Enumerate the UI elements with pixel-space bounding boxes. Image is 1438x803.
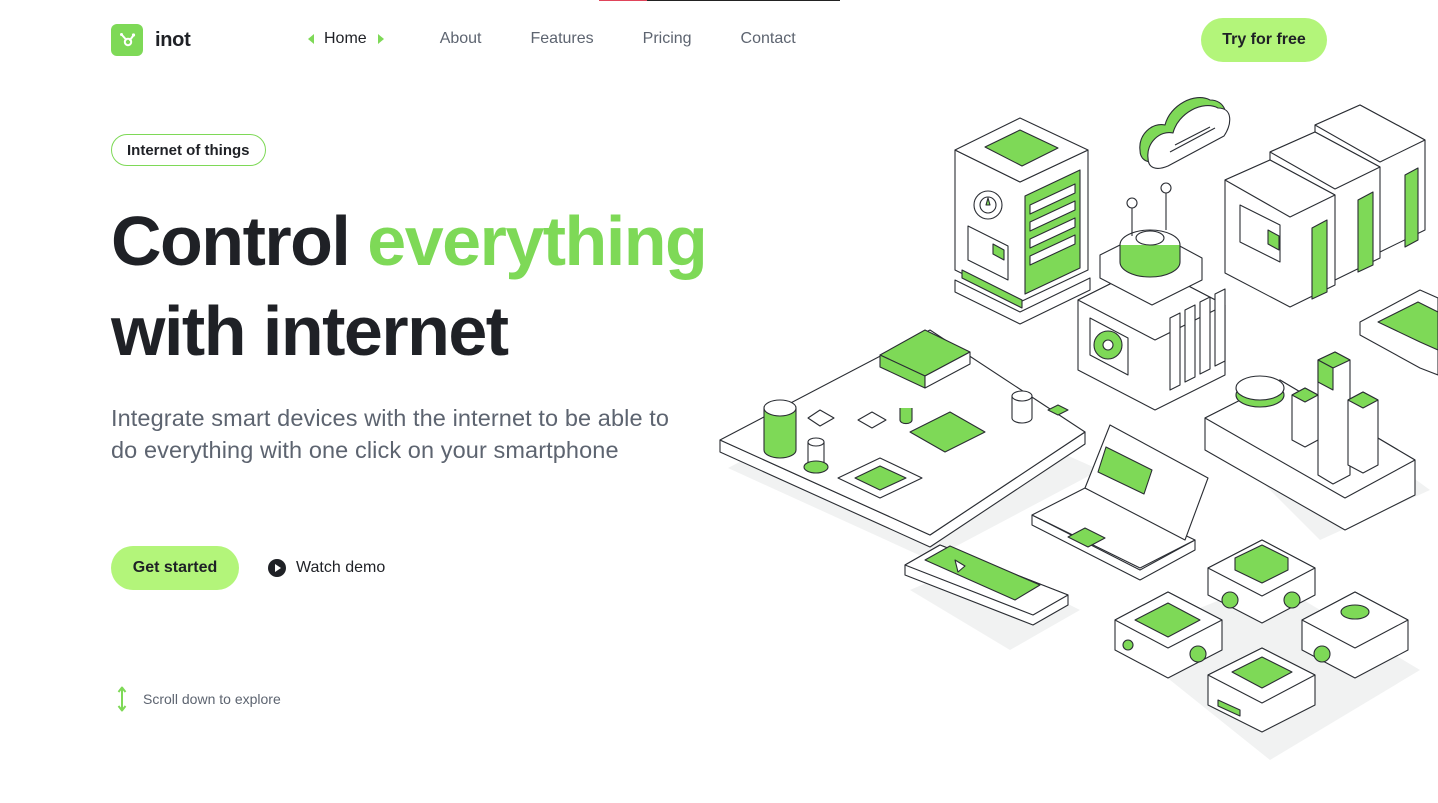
brand-name: inot [155,28,191,51]
nav-item-contact[interactable]: Contact [741,30,796,48]
nav-item-about[interactable]: About [440,30,482,48]
hero-subtitle: Integrate smart devices with the interne… [111,405,670,463]
nav-item-home[interactable]: Home [308,30,384,48]
category-badge: Internet of things [111,134,266,166]
chevron-right-icon [377,34,384,44]
scroll-hint[interactable]: Scroll down to explore [117,686,281,712]
analytics-block [1204,351,1416,531]
tablet [1359,289,1438,376]
watch-demo-button[interactable]: Watch demo [268,556,385,580]
nav-item-features[interactable]: Features [531,30,594,48]
nav-label: Pricing [642,30,692,47]
logo[interactable]: inot [111,24,191,56]
logo-mark-icon [111,24,143,56]
try-for-free-button[interactable]: Try for free [1201,18,1327,62]
nav-label: Contact [740,30,796,47]
server-racks [1224,104,1426,308]
circuit-board [719,329,1086,548]
watch-demo-label: Watch demo [296,559,386,576]
main-nav: Home About Features Pricing Contact [308,30,845,48]
nav-label: Features [530,30,594,47]
scroll-hint-label: Scroll down to explore [143,691,281,707]
hero-title-part1: Control [111,202,368,280]
server-tower [954,117,1091,325]
hero-title: Control everything with internet [111,196,791,376]
play-icon [268,559,286,577]
iot-illustration [719,97,1438,760]
chevron-left-icon [308,34,314,44]
top-accent-line [599,0,840,1]
cooling-module [1077,182,1226,411]
hero-title-part2: with internet [111,292,509,370]
cloud-icon [1139,97,1231,169]
get-started-button[interactable]: Get started [111,546,239,590]
scroll-arrow-icon [117,686,127,712]
nav-label: Home [324,30,367,47]
nav-label: About [439,30,482,47]
nav-item-pricing[interactable]: Pricing [643,30,692,48]
hero-title-accent: everything [367,202,708,280]
